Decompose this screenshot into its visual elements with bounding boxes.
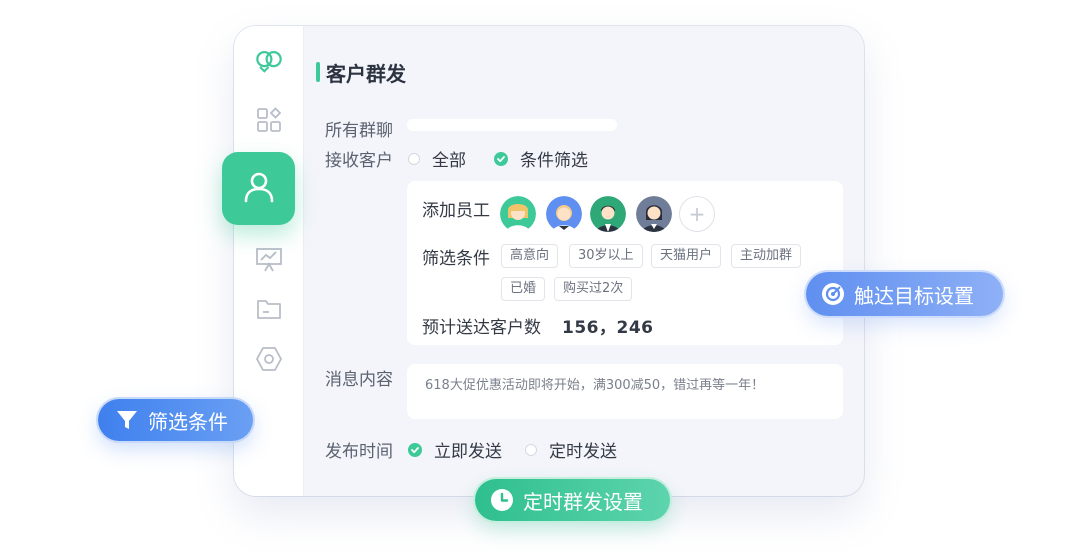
page-title: 客户群发 — [326, 62, 406, 86]
filter-tag[interactable]: 已婚 — [501, 277, 546, 301]
filter-label: 筛选条件 — [422, 249, 490, 269]
radio-condition-filter-label: 条件筛选 — [520, 151, 588, 171]
clock-icon — [489, 487, 515, 513]
filter-tag[interactable]: 天猫用户 — [651, 244, 722, 268]
scheduled-send-label: 定时群发设置 — [523, 489, 643, 514]
reach-target-label: 触达目标设置 — [854, 283, 974, 308]
radio-all-label: 全部 — [432, 151, 466, 171]
staff-avatar-4[interactable] — [636, 196, 672, 232]
target-icon — [820, 281, 846, 307]
apps-grid-icon[interactable] — [254, 105, 284, 135]
add-staff-button[interactable]: + — [679, 196, 715, 232]
plus-icon: + — [688, 202, 706, 226]
radio-checked-icon — [494, 151, 508, 166]
publish-time-label: 发布时间 — [325, 442, 393, 462]
filter-tag[interactable]: 30岁以上 — [569, 244, 643, 268]
sidebar-item-customers-active[interactable] — [222, 152, 295, 225]
all-groups-select[interactable] — [407, 119, 617, 131]
radio-scheduled-send[interactable]: 定时发送 — [525, 437, 617, 462]
all-groups-label: 所有群聊 — [325, 121, 393, 141]
scheduled-send-badge[interactable]: 定时群发设置 — [475, 479, 670, 521]
filter-tag[interactable]: 高意向 — [501, 244, 559, 268]
radio-unchecked-icon — [525, 443, 537, 456]
radio-condition-filter[interactable]: 条件筛选 — [494, 146, 588, 171]
filter-badge[interactable]: 筛选条件 — [98, 399, 253, 441]
chart-board-icon[interactable] — [254, 244, 284, 274]
user-icon — [242, 170, 276, 208]
message-text: 618大促优惠活动即将开始，满300减50，错过再等一年！ — [425, 378, 765, 393]
folder-icon[interactable] — [254, 294, 284, 324]
filter-tag[interactable]: 主动加群 — [731, 244, 802, 268]
hexagon-settings-icon[interactable] — [254, 344, 284, 374]
receiver-label: 接收客户 — [325, 151, 393, 171]
staff-avatar-1[interactable] — [500, 196, 536, 232]
add-staff-label: 添加员工 — [422, 201, 490, 221]
message-textarea[interactable]: 618大促优惠活动即将开始，满300减50，错过再等一年！ — [407, 364, 843, 419]
radio-scheduled-send-label: 定时发送 — [549, 442, 617, 462]
estimate-value: 156，246 — [562, 318, 654, 338]
radio-unchecked-icon — [408, 152, 420, 165]
staff-avatar-2[interactable] — [546, 196, 582, 232]
reach-target-badge[interactable]: 触达目标设置 — [806, 272, 1003, 316]
logo-icon[interactable] — [254, 46, 284, 76]
staff-avatar-3[interactable] — [590, 196, 626, 232]
filter-tag[interactable]: 购买过2次 — [554, 277, 633, 301]
radio-all[interactable]: 全部 — [408, 146, 466, 171]
radio-checked-icon — [408, 442, 422, 457]
filter-badge-label: 筛选条件 — [148, 409, 228, 434]
message-label: 消息内容 — [325, 370, 393, 390]
radio-send-now-label: 立即发送 — [434, 442, 502, 462]
radio-send-now[interactable]: 立即发送 — [408, 437, 502, 462]
estimate-label: 预计送达客户数 — [422, 318, 541, 338]
funnel-icon — [114, 407, 140, 433]
title-accent-bar — [316, 62, 320, 82]
